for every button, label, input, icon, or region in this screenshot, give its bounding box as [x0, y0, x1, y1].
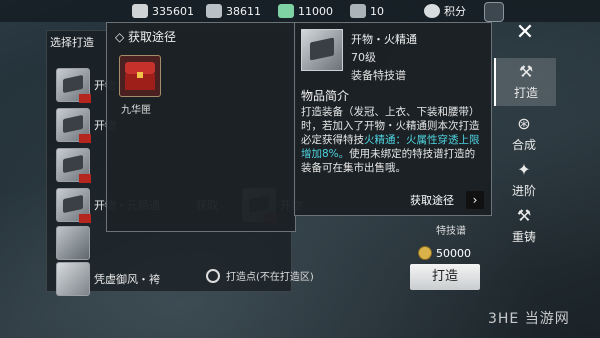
resource-coins: 335601	[132, 3, 194, 19]
item-level: 70级	[351, 51, 376, 64]
hammer-icon: ⚒	[516, 206, 532, 225]
close-button[interactable]: ✕	[510, 20, 540, 46]
item-type: 装备特技谱	[351, 69, 406, 82]
manual-icon	[56, 108, 91, 143]
advance-icon: ✦	[517, 160, 531, 179]
manual-icon	[301, 29, 343, 71]
skill-manual-tag: 特技谱	[436, 226, 466, 237]
jade-icon	[278, 4, 294, 18]
badge-icon	[424, 4, 440, 18]
list-item[interactable]: 开物	[56, 68, 116, 103]
item-name: 开物・火精通	[351, 33, 417, 46]
bag-icon	[350, 4, 366, 18]
manual-icon	[56, 148, 91, 183]
compose-icon: ⊛	[517, 114, 531, 133]
coin-stack-icon	[132, 4, 148, 18]
anvil-icon: ⚒	[518, 62, 534, 81]
source-popup-title: ◇ 获取途径	[115, 30, 177, 44]
chevron-right-icon[interactable]: ›	[466, 191, 484, 209]
list-title: 选择打造	[50, 36, 94, 49]
resource-silver: 38611	[206, 3, 261, 19]
watermark: 3HE 当游网	[488, 311, 570, 327]
resource-points: 积分	[424, 3, 466, 19]
list-item[interactable]	[56, 226, 90, 260]
silver-ingot-icon	[206, 4, 222, 18]
coin-icon	[418, 246, 432, 260]
craft-point-link[interactable]: 打造点(不在打造区)	[206, 268, 314, 283]
section-title: 物品简介	[301, 89, 350, 103]
side-nav: ⚒ 打造 ⊛ 合成 ✦ 进阶 ⚒ 重铸	[494, 58, 556, 258]
obtain-route-button[interactable]: 获取途径	[410, 192, 454, 208]
craft-cost: 50000	[418, 246, 471, 260]
nav-advance[interactable]: ✦ 进阶	[494, 160, 554, 199]
resource-bar: 335601 38611 11000 10 积分	[0, 0, 600, 22]
source-item-name: 九华匣	[121, 105, 151, 116]
nav-compose[interactable]: ⊛ 合成	[494, 114, 554, 153]
resource-jade: 11000	[278, 3, 333, 19]
list-item[interactable]	[56, 148, 91, 183]
item-description: 打造装备（发冠、上衣、下装和腰带）时，若加入了开物・火精通则本次打造必定获得特技…	[301, 106, 480, 174]
craft-button[interactable]: 打造	[410, 264, 480, 290]
list-item[interactable]: 凭虚御风・袴	[56, 262, 160, 296]
armor-icon	[56, 226, 90, 260]
item-detail-panel: 开物・火精通 70级 装备特技谱 物品简介 打造装备（发冠、上衣、下装和腰带）时…	[294, 22, 492, 216]
manual-icon	[56, 188, 91, 223]
search-icon	[206, 268, 220, 283]
nav-reforge[interactable]: ⚒ 重铸	[494, 206, 554, 245]
pants-icon	[56, 262, 90, 296]
resource-bag: 10	[350, 3, 384, 19]
source-popup: ◇ 获取途径 九华匣	[106, 22, 296, 232]
treasure-chest-icon[interactable]	[119, 55, 161, 97]
nav-craft[interactable]: ⚒ 打造	[494, 58, 556, 106]
manual-icon	[56, 68, 91, 103]
gear-icon[interactable]	[484, 2, 504, 22]
list-item[interactable]: 开物	[56, 108, 116, 143]
